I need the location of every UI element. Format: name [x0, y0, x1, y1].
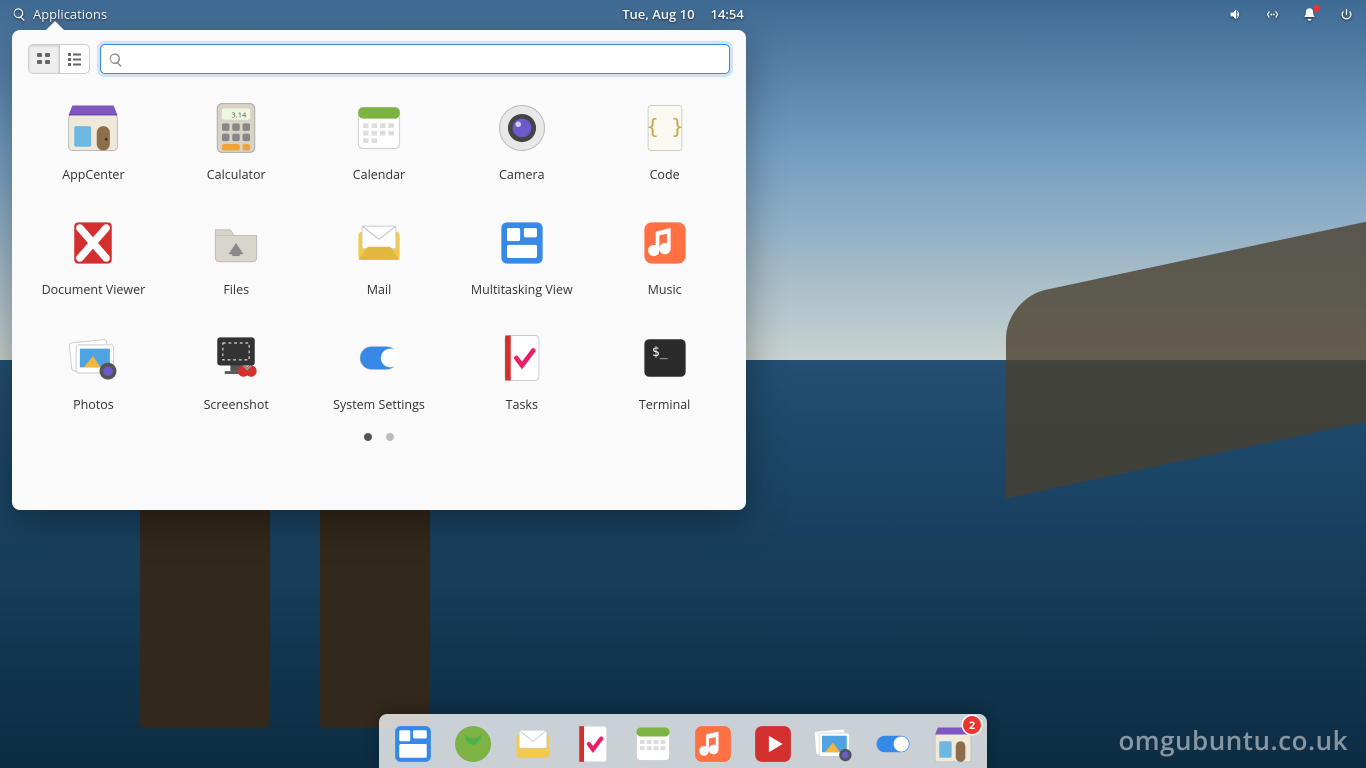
power-icon[interactable] — [1339, 7, 1354, 22]
app-camera[interactable]: Camera — [462, 94, 581, 187]
app-document-viewer[interactable]: Document Viewer — [34, 209, 153, 302]
settings-icon — [349, 328, 409, 388]
dock-badge: 2 — [963, 716, 981, 734]
app-files[interactable]: Files — [177, 209, 296, 302]
app-label: Music — [648, 281, 682, 298]
dock: 2 — [379, 714, 987, 768]
app-label: AppCenter — [62, 166, 124, 183]
app-calculator[interactable]: 3.14 Calculator — [177, 94, 296, 187]
app-terminal[interactable]: $_ Terminal — [605, 324, 724, 417]
network-icon[interactable] — [1265, 7, 1280, 22]
app-label: System Settings — [333, 396, 425, 413]
app-label: Calculator — [207, 166, 266, 183]
app-multitasking[interactable]: Multitasking View — [462, 209, 581, 302]
notifications-icon[interactable] — [1302, 7, 1317, 22]
app-label: Calendar — [353, 166, 405, 183]
tasks-icon — [492, 328, 552, 388]
applications-label: Applications — [33, 5, 107, 23]
applications-grid: AppCenter 3.14 Calculator Calendar Camer… — [28, 88, 730, 423]
svg-text:{ }: { } — [646, 115, 683, 139]
time-label: 14:54 — [711, 5, 744, 23]
app-label: Tasks — [506, 396, 538, 413]
terminal-icon: $_ — [635, 328, 695, 388]
dock-videos[interactable] — [749, 720, 797, 768]
app-label: Code — [650, 166, 680, 183]
photos-icon — [63, 328, 123, 388]
watermark: omgubuntu.co.uk — [1118, 722, 1348, 758]
app-label: Files — [223, 281, 249, 298]
page-dot-1[interactable] — [364, 433, 372, 441]
camera-icon — [492, 98, 552, 158]
clock[interactable]: Tue, Aug 10 14:54 — [622, 5, 744, 23]
music-icon — [635, 213, 695, 273]
dock-mail[interactable] — [509, 720, 557, 768]
app-label: Terminal — [639, 396, 691, 413]
app-label: Document Viewer — [42, 281, 146, 298]
document-viewer-icon — [63, 213, 123, 273]
svg-text:3.14: 3.14 — [232, 111, 248, 121]
appcenter-icon — [63, 98, 123, 158]
files-icon — [206, 213, 266, 273]
app-photos[interactable]: Photos — [34, 324, 153, 417]
app-label: Mail — [367, 281, 392, 298]
dock-music[interactable] — [689, 720, 737, 768]
dock-settings[interactable] — [869, 720, 917, 768]
screenshot-icon — [206, 328, 266, 388]
app-screenshot[interactable]: Screenshot — [177, 324, 296, 417]
view-toggle — [28, 44, 90, 74]
app-appcenter[interactable]: AppCenter — [34, 94, 153, 187]
top-panel: Applications Tue, Aug 10 14:54 — [0, 0, 1366, 28]
app-label: Screenshot — [204, 396, 269, 413]
app-label: Photos — [73, 396, 114, 413]
dock-photos[interactable] — [809, 720, 857, 768]
dock-web[interactable] — [449, 720, 497, 768]
dock-calendar[interactable] — [629, 720, 677, 768]
page-dot-2[interactable] — [386, 433, 394, 441]
page-indicator — [28, 433, 730, 441]
search-icon — [108, 51, 124, 73]
app-mail[interactable]: Mail — [320, 209, 439, 302]
dock-multitasking[interactable] — [389, 720, 437, 768]
dock-tasks[interactable] — [569, 720, 617, 768]
app-label: Multitasking View — [471, 281, 573, 298]
date-label: Tue, Aug 10 — [622, 5, 694, 23]
app-settings[interactable]: System Settings — [320, 324, 439, 417]
app-music[interactable]: Music — [605, 209, 724, 302]
calculator-icon: 3.14 — [206, 98, 266, 158]
app-calendar[interactable]: Calendar — [320, 94, 439, 187]
list-view-button[interactable] — [59, 45, 89, 73]
app-label: Camera — [499, 166, 544, 183]
notification-dot — [1313, 5, 1320, 12]
app-tasks[interactable]: Tasks — [462, 324, 581, 417]
search-input[interactable] — [100, 44, 730, 74]
multitasking-icon — [492, 213, 552, 273]
mail-icon — [349, 213, 409, 273]
applications-popup: AppCenter 3.14 Calculator Calendar Camer… — [12, 30, 746, 510]
app-code[interactable]: { } Code — [605, 94, 724, 187]
svg-text:$_: $_ — [651, 345, 667, 360]
code-icon: { } — [635, 98, 695, 158]
calendar-icon — [349, 98, 409, 158]
grid-view-button[interactable] — [29, 45, 59, 73]
dock-appcenter[interactable]: 2 — [929, 720, 977, 768]
search-icon — [12, 7, 27, 22]
volume-icon[interactable] — [1228, 7, 1243, 22]
search-field-container — [100, 44, 730, 74]
